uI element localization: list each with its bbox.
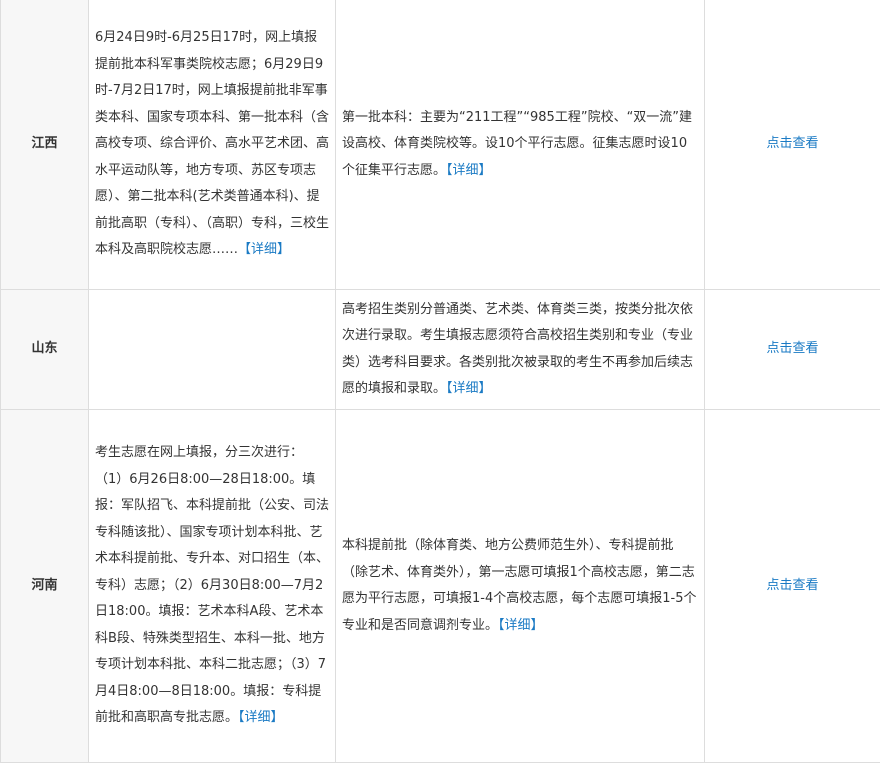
link-cell: 点击查看 bbox=[705, 0, 880, 290]
policy-text: 第一批本科：主要为“211工程”“985工程”院校、“双一流”建设高校、体育类院… bbox=[342, 110, 692, 178]
link-cell: 点击查看 bbox=[705, 410, 880, 763]
detail-link[interactable]: 【详细】 bbox=[238, 242, 290, 257]
time-text: （1）6月26日8:00—28日18:00。填报：军队招飞、本科提前批（公安、司… bbox=[95, 472, 329, 726]
link-cell: 点击查看 bbox=[705, 290, 880, 410]
time-text: 考生志愿在网上填报，分三次进行： bbox=[95, 440, 329, 467]
province-cell: 江西 bbox=[1, 0, 89, 290]
table-row: 山东 高考招生类别分普通类、艺术类、体育类三类，按类分批次依次进行录取。考生填报… bbox=[1, 290, 880, 410]
view-link[interactable]: 点击查看 bbox=[766, 341, 818, 356]
time-cell: 考生志愿在网上填报，分三次进行： （1）6月26日8:00—28日18:00。填报… bbox=[89, 410, 336, 763]
detail-link[interactable]: 【详细】 bbox=[446, 163, 492, 178]
table-row: 江西 6月24日9时-6月25日17时，网上填报提前批本科军事类院校志愿；6月2… bbox=[1, 0, 880, 290]
table-row: 河南 考生志愿在网上填报，分三次进行： （1）6月26日8:00—28日18:00… bbox=[1, 410, 880, 763]
policy-cell: 高考招生类别分普通类、艺术类、体育类三类，按类分批次依次进行录取。考生填报志愿须… bbox=[336, 290, 705, 410]
view-link[interactable]: 点击查看 bbox=[766, 578, 818, 593]
detail-link[interactable]: 【详细】 bbox=[498, 618, 544, 633]
detail-link[interactable]: 【详细】 bbox=[238, 710, 284, 725]
detail-link[interactable]: 【详细】 bbox=[446, 381, 492, 396]
policy-text: 高考招生类别分普通类、艺术类、体育类三类，按类分批次依次进行录取。考生填报志愿须… bbox=[342, 302, 693, 397]
policy-cell: 本科提前批（除体育类、地方公费师范生外）、专科提前批（除艺术、体育类外），第一志… bbox=[336, 410, 705, 763]
admission-table: 江西 6月24日9时-6月25日17时，网上填报提前批本科军事类院校志愿；6月2… bbox=[0, 0, 880, 763]
view-link[interactable]: 点击查看 bbox=[766, 136, 818, 151]
province-cell: 河南 bbox=[1, 410, 89, 763]
policy-cell: 第一批本科：主要为“211工程”“985工程”院校、“双一流”建设高校、体育类院… bbox=[336, 0, 705, 290]
province-cell: 山东 bbox=[1, 290, 89, 410]
time-cell: 6月24日9时-6月25日17时，网上填报提前批本科军事类院校志愿；6月29日9… bbox=[89, 0, 336, 290]
time-cell bbox=[89, 290, 336, 410]
time-text: 6月24日9时-6月25日17时，网上填报提前批本科军事类院校志愿；6月29日9… bbox=[95, 30, 329, 257]
